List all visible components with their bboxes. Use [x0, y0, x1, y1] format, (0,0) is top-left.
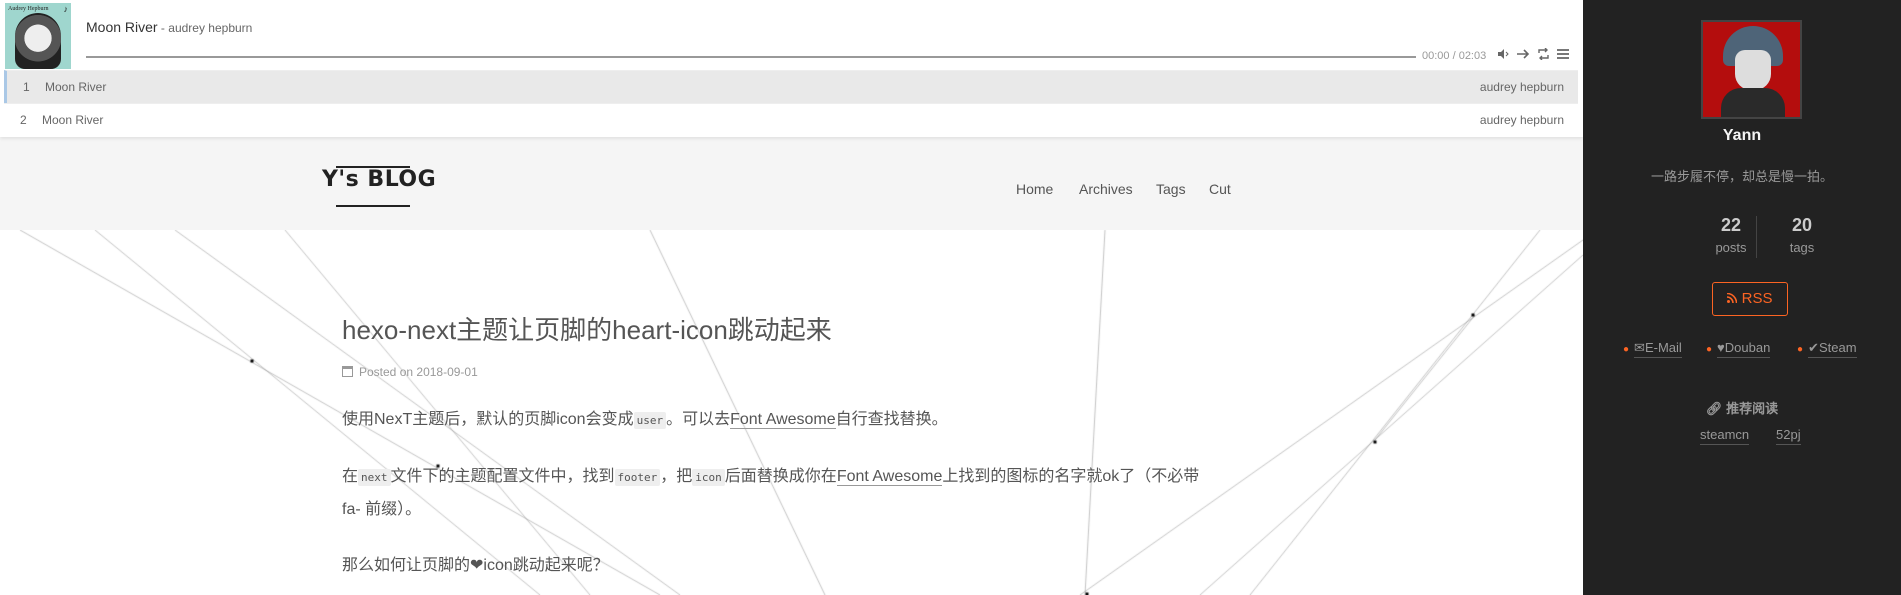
social-douban-link[interactable]: ● ♥Douban: [1706, 340, 1771, 358]
stat-divider: [1756, 216, 1757, 258]
text: 。可以去: [666, 411, 731, 428]
menu-list-icon[interactable]: [1556, 48, 1570, 62]
order-arrow-icon[interactable]: [1516, 48, 1530, 62]
social-douban-label: Douban: [1724, 340, 1771, 355]
site-header: Y's BLOG Home Archives Tags Cut: [0, 137, 1583, 230]
volume-icon[interactable]: [1496, 48, 1510, 62]
text: icon跳动起来呢？: [483, 557, 609, 574]
nav-home[interactable]: Home: [1016, 181, 1053, 197]
music-player: Audrey Hepburn ♪ Moon River - audrey hep…: [0, 0, 1583, 137]
rss-button[interactable]: RSS: [1712, 282, 1788, 316]
playlist-index: 2: [20, 113, 27, 127]
logo-line: [336, 205, 410, 207]
playlist-index: 1: [23, 80, 30, 94]
tags-label: tags: [1789, 240, 1815, 255]
text: 在: [342, 468, 359, 485]
text: 后面替换成你在: [724, 468, 837, 485]
paragraph-3: 那么如何让页脚的❤icon跳动起来呢？: [342, 550, 609, 582]
text: ，把: [660, 468, 693, 485]
code-next: next: [358, 469, 391, 486]
site-logo[interactable]: Y's BLOG: [322, 167, 436, 192]
text: 上找到的图标的名字就ok了（不必带: [942, 468, 1200, 485]
nav-cut[interactable]: Cut: [1209, 181, 1231, 197]
progress-bar[interactable]: [86, 56, 1416, 58]
heartbeat-icon: ♥: [1717, 340, 1725, 355]
tags-count: 20: [1791, 215, 1813, 235]
social-steam-link[interactable]: ● ✔Steam: [1797, 340, 1857, 358]
rss-icon: [1727, 292, 1738, 304]
playlist-song-name: Moon River: [42, 113, 104, 127]
social-email-link[interactable]: ● ✉E-Mail: [1623, 340, 1682, 358]
code-user: user: [633, 412, 667, 429]
social-steam-label: Steam: [1818, 340, 1857, 355]
playlist-artist: audrey hepburn: [1479, 113, 1564, 127]
album-cover: Audrey Hepburn ♪: [5, 3, 71, 69]
calendar-icon: [342, 366, 353, 377]
author-motto: 一路步履不停，却总是慢一拍。: [1650, 169, 1833, 184]
text: 文件下的主题配置文件中，找到: [390, 468, 615, 485]
font-awesome-link[interactable]: Font Awesome: [836, 468, 943, 486]
song-title: Moon River: [86, 19, 158, 35]
posts-label: posts: [1715, 240, 1747, 255]
paragraph-1: 使用NexT主题后，默认的页脚icon会变成 user 。可以去Font Aweso…: [342, 404, 948, 437]
text: 自行查找替换。: [835, 411, 948, 428]
music-note-icon: ♪: [63, 4, 69, 14]
cover-portrait: [15, 13, 61, 69]
play-time: 00:00 / 02:03: [1422, 50, 1487, 62]
post-date: 2018-09-01: [416, 365, 478, 379]
social-email-label: E-Mail: [1644, 340, 1682, 355]
playlist-artist: audrey hepburn: [1479, 80, 1564, 94]
paragraph-2: 在 next 文件下的主题配置文件中，找到 footer ，把 icon 后面替换成你在Fo…: [342, 461, 1199, 526]
steam-icon: ✔: [1808, 340, 1819, 355]
playlist-item[interactable]: 2 Moon River audrey hepburn: [4, 103, 1578, 136]
avatar: [1701, 20, 1802, 119]
code-icon: icon: [692, 469, 725, 486]
loop-icon[interactable]: [1536, 47, 1550, 62]
code-footer: footer: [614, 469, 661, 486]
author-name: Yann: [1722, 127, 1762, 144]
nav-archives[interactable]: Archives: [1079, 181, 1133, 197]
recommend-title: 🔗︎ 推荐阅读: [1583, 398, 1901, 417]
text: 使用NexT主题后，默认的页脚icon会变成: [342, 411, 634, 428]
recommend-link-steamcn[interactable]: steamcn: [1700, 427, 1750, 445]
post-meta: Posted on 2018-09-01: [342, 365, 478, 379]
song-info: Moon River - audrey hepburn: [86, 19, 252, 35]
song-separator: -: [157, 21, 169, 35]
playlist: 1 Moon River audrey hepburn 2 Moon River…: [4, 70, 1578, 136]
font-awesome-link[interactable]: Font Awesome: [730, 411, 836, 429]
post-meta-label: Posted on: [359, 365, 414, 379]
link-icon: 🔗︎: [1705, 401, 1723, 416]
envelope-icon: ✉: [1634, 340, 1645, 355]
album-cover-text: Audrey Hepburn: [8, 6, 49, 12]
post-title[interactable]: hexo-next主题让页脚的heart-icon跳动起来: [342, 310, 832, 347]
rss-label: RSS: [1741, 290, 1773, 307]
posts-count: 22: [1720, 215, 1742, 235]
recommend-link-52pj[interactable]: 52pj: [1776, 427, 1801, 445]
song-author: audrey hepburn: [168, 21, 253, 35]
recommend-title-text: 推荐阅读: [1726, 401, 1779, 416]
text: 那么如何让页脚的: [342, 557, 471, 574]
heart-icon: ❤: [470, 557, 484, 574]
playlist-song-name: Moon River: [45, 80, 107, 94]
nav-tags[interactable]: Tags: [1156, 181, 1186, 197]
posts-stat[interactable]: 22 posts: [1691, 215, 1771, 255]
sidebar: Yann 一路步履不停，却总是慢一拍。 22 posts 20 tags RSS…: [1583, 0, 1901, 595]
playlist-item[interactable]: 1 Moon River audrey hepburn: [4, 70, 1578, 103]
tags-stat[interactable]: 20 tags: [1762, 215, 1842, 255]
text: fa- 前缀）。: [342, 501, 422, 518]
